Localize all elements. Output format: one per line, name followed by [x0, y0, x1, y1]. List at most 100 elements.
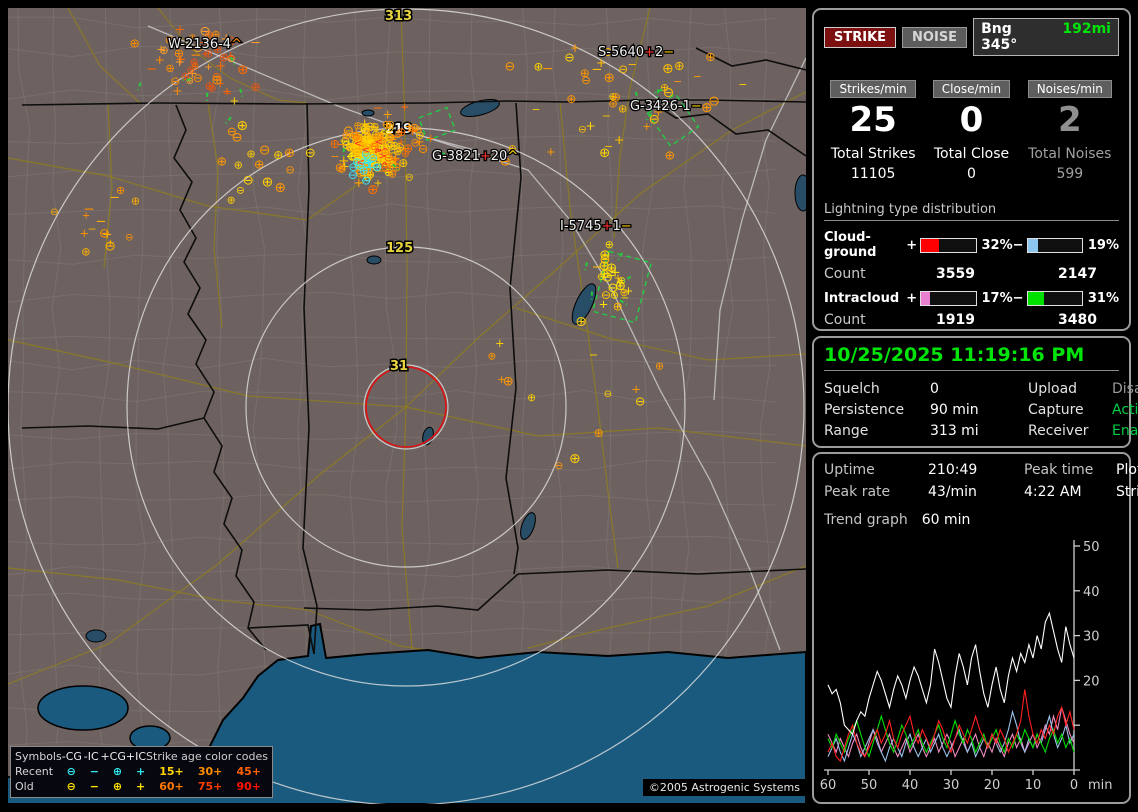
strike-symbol: + — [546, 145, 556, 159]
datetime-display: 10/25/2025 11:19:16 PM — [824, 344, 1119, 371]
minus-sign: − — [1012, 237, 1024, 253]
strike-symbol: − — [109, 191, 120, 206]
intracloud-count-row: Count 1919 3480 — [824, 312, 1119, 328]
strike-symbol: − — [738, 78, 747, 91]
strike-symbol: ⊖ — [504, 59, 515, 74]
copyright-text: ©2005 Astrogenic Systems — [642, 779, 806, 796]
upload-label: Upload — [1028, 381, 1078, 397]
strike-symbol: ⊕ — [246, 147, 255, 160]
strike-symbol: ⊖ — [554, 460, 563, 472]
strike-symbol: ⊖ — [604, 389, 613, 400]
ic-negative-pct: 31% — [1087, 291, 1119, 306]
legend-col-pos-cg: +CG — [100, 750, 126, 763]
strike-symbol: ⊕ — [234, 159, 243, 172]
trend-window-value: 60 min — [921, 512, 971, 528]
peak-time-label: Peak time — [1024, 462, 1094, 478]
strike-symbol: ⊕ — [227, 194, 236, 206]
strike-symbol: ⊕ — [569, 451, 581, 467]
strike-symbol: ⊕ — [660, 81, 669, 94]
plus-sign: + — [906, 237, 918, 253]
total-close-value: 0 — [967, 166, 976, 182]
old-neg-cg-icon: ⊖ — [66, 780, 76, 793]
trend-series-cg-positive — [827, 689, 1075, 763]
strike-symbol: ⊕ — [488, 350, 497, 362]
ic-negative-count: 3480 — [1058, 312, 1097, 328]
strike-symbol: ⊕ — [705, 49, 716, 64]
strike-symbol: + — [82, 211, 90, 222]
strike-symbol: ⊕ — [341, 128, 351, 142]
strike-symbol: ⊕ — [655, 360, 664, 373]
map-canvas: 31125219313⊕⊖+−−⊕− ⊕− +⊕−+⊕⊖+⊕ ⊕+⊕+⊕ +⊕ +−−⊕ ⊖… — [8, 8, 806, 804]
legend-col-neg-cg: -CG — [61, 750, 82, 763]
intracloud-row: Intracloud + 17% − 31% — [824, 291, 1119, 306]
x-axis-unit-label: min — [1088, 778, 1113, 793]
strike-symbol: ⊕ — [284, 146, 295, 161]
strike-symbol: + — [390, 151, 401, 166]
strike-symbol: ⊕ — [274, 180, 286, 196]
strike-symbol: ⊖ — [243, 172, 254, 188]
distribution-title: Lightning type distribution — [824, 202, 1119, 221]
strike-symbol: ⊖ — [578, 124, 587, 135]
trend-graph-label: Trend graph — [824, 512, 908, 528]
strike-symbol: ⊕ — [610, 90, 621, 105]
legend-header-row: Symbols -CG -IC +CG +IC Strike age color… — [15, 749, 268, 764]
persistence-label: Persistence — [824, 402, 905, 418]
age-30: 30+ — [197, 765, 223, 778]
legend-old-label: Old — [15, 780, 34, 793]
strike-symbol: + — [495, 337, 504, 350]
plot-label: Plot — [1116, 462, 1138, 478]
trend-series-cg-negative — [827, 709, 1075, 763]
legend-col-pos-ic: +IC — [125, 750, 147, 763]
strike-symbol: ⊕ — [131, 195, 140, 208]
uptime-label: Uptime — [824, 462, 875, 478]
legend-recent-row: Recent ⊖ − ⊕ + 15+ 30+ 45+ — [15, 764, 268, 779]
legend-symbols-title: Symbols — [15, 750, 62, 763]
strike-symbol: ⊖ — [386, 131, 395, 144]
strike-symbol: ⊕ — [566, 92, 576, 106]
strike-symbol: + — [172, 84, 183, 99]
persistence-value: 90 min — [930, 402, 979, 418]
strike-symbol: ⊖ — [50, 207, 59, 218]
strike-symbol: + — [174, 54, 185, 69]
recent-strike-symbol: ⊖ — [361, 174, 371, 188]
strike-symbol: ⊕ — [186, 64, 195, 76]
total-strikes-value: 11105 — [850, 166, 896, 182]
recent-neg-cg-icon: ⊖ — [66, 765, 76, 778]
strike-symbol: ⊕ — [81, 244, 91, 258]
red-tracker-mark: < — [356, 158, 364, 169]
total-noises-value: 599 — [1056, 166, 1084, 182]
squelch-value: 0 — [930, 381, 939, 397]
squelch-label: Squelch — [824, 381, 880, 397]
peak-rate-value: 43/min — [928, 484, 977, 500]
strike-symbol: − — [673, 75, 682, 88]
strike-toggle-button[interactable]: STRIKE — [824, 26, 897, 48]
strike-symbol: ⊕ — [273, 148, 283, 162]
trend-chart-canvas: 20 30 40 50 60 50 40 30 20 10 0 min — [820, 540, 1113, 793]
red-tracker-mark: > — [378, 151, 386, 162]
strike-symbol: ⊖ — [564, 50, 574, 65]
strike-symbol: ⊕ — [665, 147, 676, 162]
lightning-map[interactable]: 31 125 219 313 ⊕ ⊖ + − − ⊕ − ⊕ − + ⊕ − + ⊕ ⊖ + ⊕ ⊕ + ⊕ + ⊕ + ⊕ + − − ⊕ ⊖… — [8, 8, 806, 804]
strike-symbol: + — [102, 227, 113, 242]
x-axis-tick-label: 0 — [1070, 778, 1078, 793]
legend-recent-label: Recent — [15, 765, 54, 778]
strike-symbol: + — [400, 99, 410, 113]
strike-symbol: ⊕ — [329, 136, 339, 151]
total-close-label: Total Close — [933, 146, 1010, 162]
noise-toggle-button[interactable]: NOISE — [902, 26, 968, 48]
cloud-ground-count-row: Count 3559 2147 — [824, 266, 1119, 282]
cg-negative-bar-fill — [1027, 238, 1038, 252]
capture-label: Capture — [1028, 402, 1084, 418]
ic-positive-pct: 17% — [981, 291, 1013, 306]
trend-panel: Uptime 210:49 Peak time Plot Peak rate 4… — [812, 452, 1138, 804]
strike-symbol: ⊕ — [396, 125, 406, 139]
strike-symbol: ⊖ — [227, 125, 237, 139]
strike-symbol: ⊖ — [285, 164, 294, 177]
map-legend: Symbols -CG -IC +CG +IC Strike age color… — [10, 746, 273, 798]
legend-old-row: Old ⊖ − ⊕ + 60+ 75+ 90+ — [15, 779, 268, 794]
cg-positive-count: 3559 — [936, 266, 975, 282]
capture-status: Active — [1112, 402, 1138, 418]
strike-symbol: + — [614, 133, 625, 148]
strike-symbol: − — [604, 140, 613, 153]
strike-symbol: ⊕ — [216, 154, 227, 169]
